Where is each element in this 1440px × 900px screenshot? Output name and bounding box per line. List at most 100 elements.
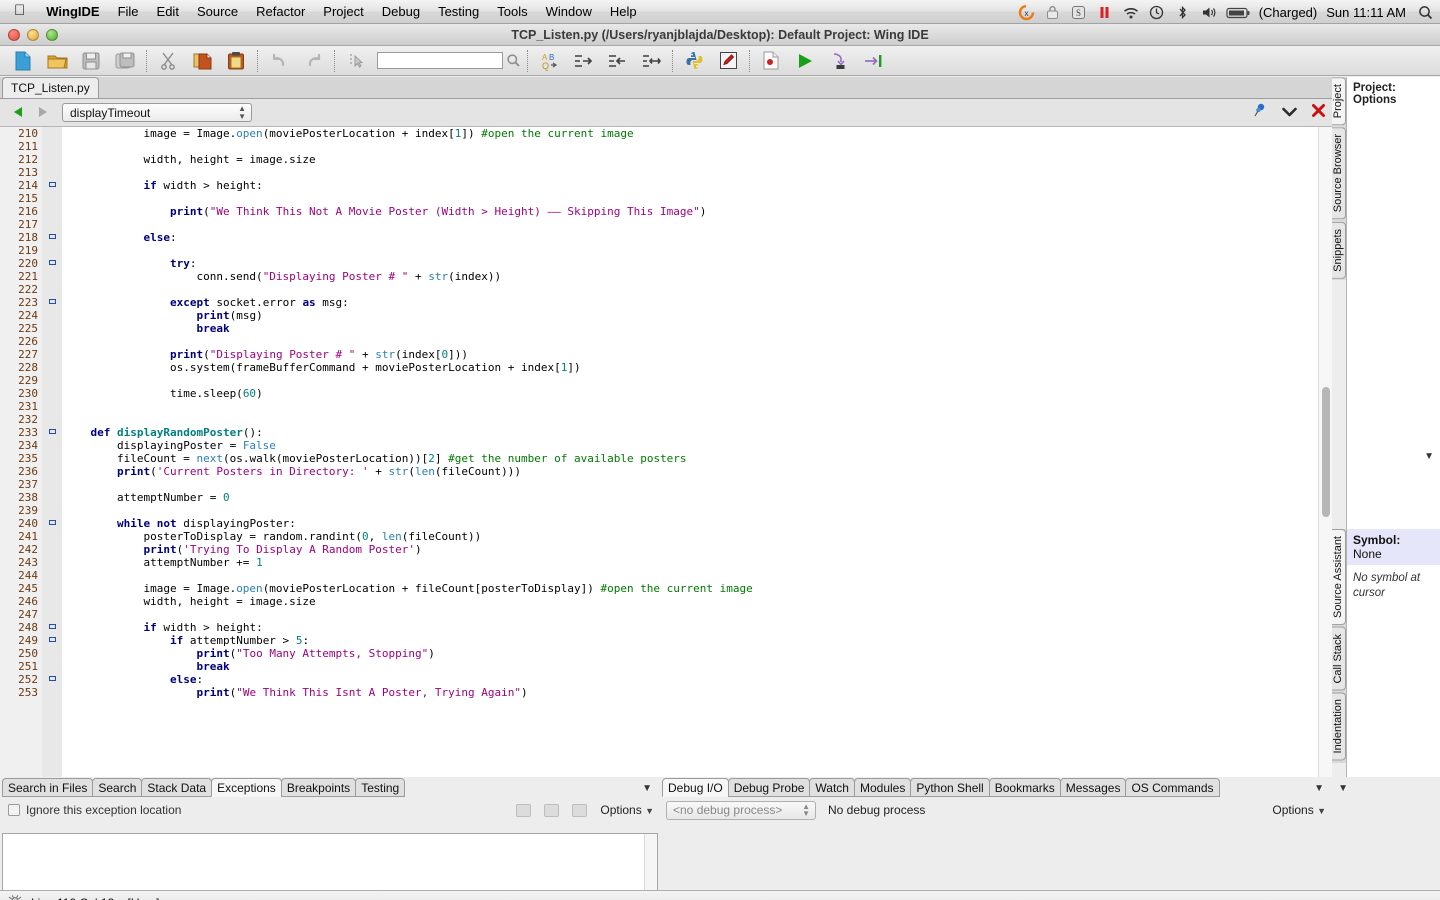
code-line[interactable]: else: — [62, 673, 1318, 686]
menu-edit[interactable]: Edit — [148, 0, 188, 24]
vtab-source-browser[interactable]: Source Browser — [1332, 127, 1346, 220]
code-line[interactable]: posterToDisplay = random.randint(0, len(… — [62, 530, 1318, 543]
tab-debug-i-o[interactable]: Debug I/O — [662, 778, 729, 797]
forward-arrow-icon[interactable] — [30, 106, 54, 120]
scrollbar-thumb[interactable] — [1322, 387, 1330, 517]
menu-refactor[interactable]: Refactor — [247, 0, 314, 24]
pause-icon[interactable] — [1096, 4, 1113, 21]
code-editor[interactable]: 210 211 212 213 214 215 216 217 218 219 220 221 222 2… — [0, 127, 1332, 777]
code-line[interactable]: print("We Think This Not A Movie Poster … — [62, 205, 1318, 218]
close-x-icon[interactable] — [1311, 103, 1326, 123]
vtab-indentation[interactable]: Indentation — [1332, 692, 1346, 761]
expand-all-icon[interactable] — [516, 803, 532, 817]
tab-watch[interactable]: Watch — [809, 778, 855, 797]
code-line[interactable]: print(msg) — [62, 309, 1318, 322]
run-icon[interactable] — [788, 47, 822, 75]
tab-stack-data[interactable]: Stack Data — [141, 778, 213, 797]
collapse-icon[interactable] — [544, 803, 560, 817]
triangle-down-icon[interactable]: ▼ — [1314, 783, 1324, 794]
code-line[interactable]: try: — [62, 257, 1318, 270]
menu-testing[interactable]: Testing — [429, 0, 488, 24]
tab-testing[interactable]: Testing — [355, 778, 406, 797]
code-line[interactable]: print("We Think This Isnt A Poster, Tryi… — [62, 686, 1318, 699]
battery-icon[interactable] — [1226, 4, 1250, 21]
code-line[interactable] — [62, 569, 1318, 582]
fold-toggle-icon[interactable] — [42, 673, 62, 686]
crashplan-icon[interactable]: x — [1018, 4, 1035, 21]
menu-help[interactable]: Help — [601, 0, 646, 24]
code-line[interactable]: while not displayingPoster: — [62, 517, 1318, 530]
shield-icon[interactable]: S — [1070, 4, 1087, 21]
vtab-snippets[interactable]: Snippets — [1332, 221, 1346, 279]
vtab-source-assistant[interactable]: Source Assistant — [1332, 529, 1346, 625]
code-line[interactable] — [62, 478, 1318, 491]
pin-icon[interactable] — [1253, 102, 1268, 123]
select-pointer-icon[interactable] — [339, 47, 373, 75]
code-line[interactable]: print('Trying To Display A Random Poster… — [62, 543, 1318, 556]
fold-toggle-icon[interactable] — [42, 426, 62, 439]
ignore-exception-checkbox[interactable] — [8, 804, 20, 816]
tab-messages[interactable]: Messages — [1059, 778, 1127, 797]
step-into-icon[interactable] — [822, 47, 856, 75]
code-line[interactable] — [62, 608, 1318, 621]
code-line[interactable]: os.system(frameBufferCommand + moviePost… — [62, 361, 1318, 374]
code-line[interactable] — [62, 218, 1318, 231]
tab-bookmarks[interactable]: Bookmarks — [988, 778, 1061, 797]
code-line[interactable]: image = Image.open(moviePosterLocation +… — [62, 582, 1318, 595]
code-line[interactable]: except socket.error as msg: — [62, 296, 1318, 309]
code-line[interactable] — [62, 413, 1318, 426]
code-line[interactable]: else: — [62, 231, 1318, 244]
exceptions-options-button[interactable]: Options ▼ — [600, 803, 654, 817]
tab-breakpoints[interactable]: Breakpoints — [280, 778, 357, 797]
vtab-call-stack[interactable]: Call Stack — [1332, 626, 1346, 691]
menu-debug[interactable]: Debug — [373, 0, 429, 24]
menu-wingide[interactable]: WingIDE — [37, 0, 108, 24]
chevron-down-icon[interactable] — [1282, 104, 1297, 122]
menu-tools[interactable]: Tools — [488, 0, 536, 24]
code-line[interactable] — [62, 374, 1318, 387]
tab-debug-probe[interactable]: Debug Probe — [727, 778, 811, 797]
fold-toggle-icon[interactable] — [42, 231, 62, 244]
code-line[interactable] — [62, 244, 1318, 257]
volume-icon[interactable] — [1200, 4, 1217, 21]
fold-toggle-icon[interactable] — [42, 517, 62, 530]
bluetooth-icon[interactable] — [1174, 4, 1191, 21]
code-line[interactable]: attemptNumber = 0 — [62, 491, 1318, 504]
editor-vertical-scrollbar[interactable] — [1318, 127, 1332, 777]
new-file-icon[interactable] — [6, 47, 40, 75]
code-line[interactable] — [62, 400, 1318, 413]
triangle-down-icon[interactable]: ▼ — [1424, 451, 1434, 462]
tab-modules[interactable]: Modules — [853, 778, 912, 797]
code-line[interactable] — [62, 283, 1318, 296]
wifi-icon[interactable] — [1122, 4, 1139, 21]
code-line[interactable]: if width > height: — [62, 621, 1318, 634]
code-line[interactable]: break — [62, 322, 1318, 335]
code-line[interactable] — [62, 140, 1318, 153]
debug-io-options-button[interactable]: Options ▼ — [1272, 803, 1326, 817]
tab-exceptions[interactable]: Exceptions — [211, 778, 282, 797]
indent-right-icon[interactable] — [566, 47, 600, 75]
triangle-down-icon[interactable]: ▼ — [1338, 783, 1348, 794]
code-line[interactable]: print("Too Many Attempts, Stopping") — [62, 647, 1318, 660]
indent-left-icon[interactable] — [600, 47, 634, 75]
fold-toggle-icon[interactable] — [42, 179, 62, 192]
code-line[interactable]: fileCount = next(os.walk(moviePosterLoca… — [62, 452, 1318, 465]
save-all-icon[interactable] — [108, 47, 142, 75]
code-line[interactable]: if attemptNumber > 5: — [62, 634, 1318, 647]
code-line[interactable] — [62, 504, 1318, 517]
code-line[interactable]: time.sleep(60) — [62, 387, 1318, 400]
code-line[interactable] — [62, 335, 1318, 348]
fold-toggle-icon[interactable] — [42, 257, 62, 270]
tab-search-in-files[interactable]: Search in Files — [2, 778, 94, 797]
step-over-icon[interactable] — [856, 47, 890, 75]
open-folder-icon[interactable] — [40, 47, 74, 75]
breakpoint-icon[interactable] — [754, 47, 788, 75]
undo-icon[interactable] — [262, 47, 296, 75]
cut-icon[interactable] — [151, 47, 185, 75]
menu-window[interactable]: Window — [537, 0, 601, 24]
magnifier-icon[interactable] — [503, 53, 523, 68]
code-line[interactable]: image = Image.open(moviePosterLocation +… — [62, 127, 1318, 140]
code-line[interactable] — [62, 166, 1318, 179]
code-line[interactable]: width, height = image.size — [62, 595, 1318, 608]
indent-toggle-icon[interactable] — [634, 47, 668, 75]
